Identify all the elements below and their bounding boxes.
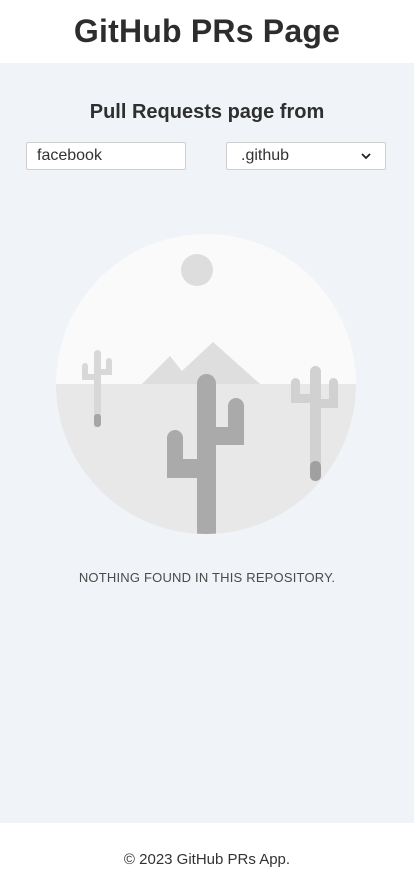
empty-state-message: NOTHING FOUND IN THIS REPOSITORY. [78, 570, 336, 585]
app-footer: © 2023 GitHub PRs App. [0, 823, 414, 896]
repo-select[interactable]: .github [226, 142, 386, 170]
empty-desert-illustration [56, 234, 356, 534]
section-title: Pull Requests page from [89, 101, 325, 123]
main-content: Pull Requests page from .github [0, 63, 414, 823]
owner-input[interactable] [26, 142, 186, 170]
repo-select-value: .github [241, 147, 290, 164]
sun-icon [181, 254, 213, 286]
chevron-down-icon [361, 152, 371, 159]
page-title: GitHub PRs Page [73, 13, 341, 49]
app-page: GitHub PRs Page Pull Requests page from … [0, 0, 414, 896]
app-header: GitHub PRs Page [0, 0, 414, 63]
copyright-text: © 2023 GitHub PRs App. [123, 851, 291, 868]
